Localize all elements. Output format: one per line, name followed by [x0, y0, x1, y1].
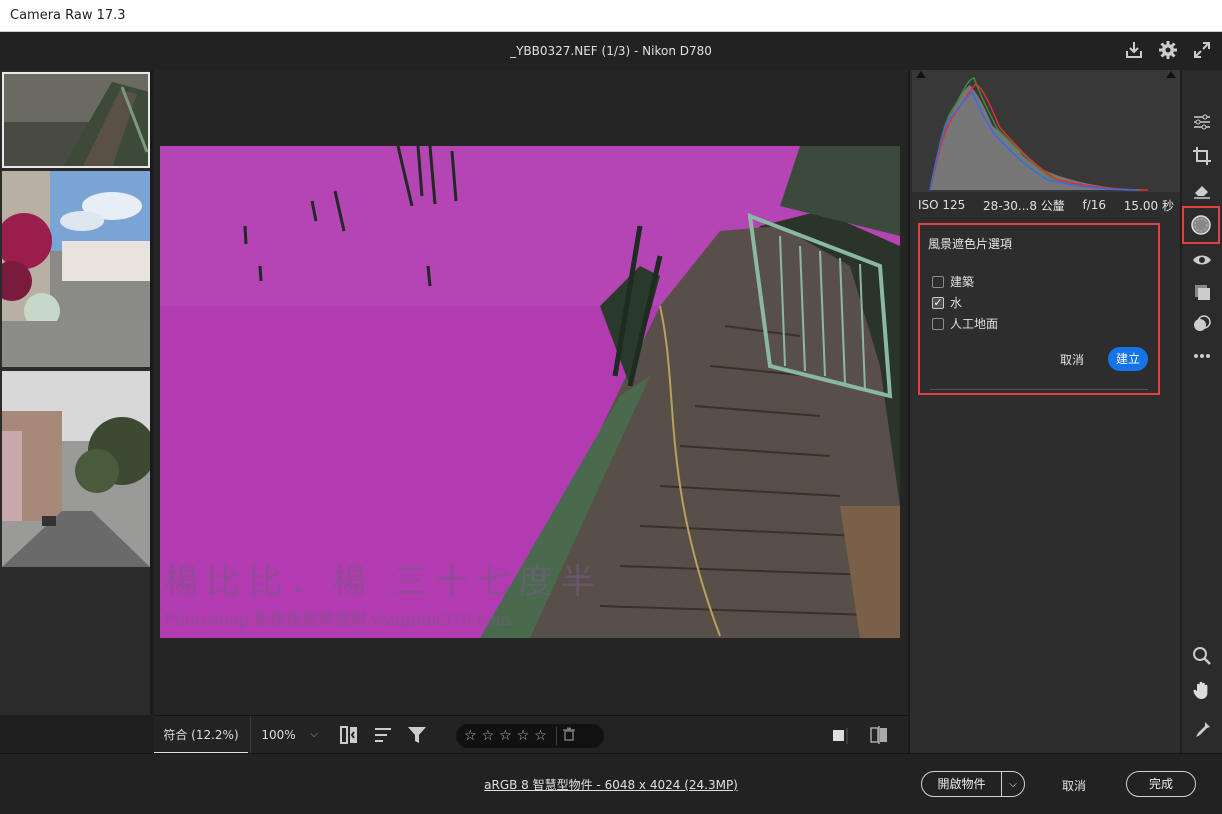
focal-length-value: 28-30...8 公釐	[983, 198, 1065, 213]
open-dropdown-icon[interactable]: ⌵	[1002, 779, 1024, 790]
checkbox[interactable]: ✓	[932, 296, 944, 309]
zoom-100-tab[interactable]: 100%	[250, 716, 306, 754]
workflow-options-link[interactable]: aRGB 8 智慧型物件 - 6048 x 4024 (24.3MP)	[0, 776, 1222, 793]
canvas-bottom-bar: 符合 (12.2%) 100% ⌵ ☆ ☆ ☆ ☆ ☆	[154, 715, 908, 754]
top-bar: _YBB0327.NEF (1/3) - Nikon D780	[0, 32, 1222, 70]
gear-icon[interactable]	[1156, 38, 1180, 62]
file-title: _YBB0327.NEF (1/3) - Nikon D780	[510, 44, 712, 58]
option-artificial-ground[interactable]: 人工地面	[932, 315, 998, 332]
thumbnail-pier[interactable]	[2, 72, 150, 168]
zoom-dropdown[interactable]: ⌵	[306, 716, 322, 754]
sort-icon[interactable]	[372, 724, 394, 746]
crop-icon[interactable]	[1190, 144, 1214, 168]
shutter-value: 15.00 秒	[1123, 198, 1174, 213]
star-rating[interactable]: ☆ ☆ ☆ ☆ ☆	[456, 724, 604, 748]
iso-value: ISO 125	[918, 198, 966, 212]
thumbnail-street-flowers[interactable]	[2, 171, 150, 367]
histogram[interactable]	[912, 70, 1180, 192]
eraser-icon[interactable]	[1190, 178, 1214, 202]
image-canvas[interactable]: 楊比比．楊 三十七度半 Photoshop 影像後製學習網 yangbibi37…	[154, 70, 908, 715]
masking-icon[interactable]	[1182, 206, 1220, 244]
option-water[interactable]: ✓ 水	[932, 294, 962, 311]
watermark-subtitle: Photoshop 影像後製學習網 yangbibi375.com	[164, 610, 511, 629]
red-eye-icon[interactable]	[1190, 248, 1214, 272]
zoom-fit-tab[interactable]: 符合 (12.2%)	[154, 716, 248, 754]
snapshots-icon[interactable]	[1190, 312, 1214, 336]
hand-icon[interactable]	[1190, 678, 1214, 702]
exif-info: ISO 125 28-30...8 公釐 f/16 15.00 秒	[912, 192, 1180, 218]
star-icon[interactable]: ☆	[517, 728, 530, 744]
filmstrip	[0, 70, 152, 715]
fullscreen-icon[interactable]	[1190, 38, 1214, 62]
filmstrip-toggle-icon[interactable]	[338, 724, 360, 746]
dialog-create-button[interactable]: 建立	[1108, 347, 1148, 371]
thumbnail-street-rain[interactable]	[2, 371, 150, 567]
before-after-icon[interactable]	[868, 724, 890, 746]
window-title: Camera Raw 17.3	[0, 0, 1222, 32]
star-icon[interactable]: ☆	[534, 728, 547, 744]
save-image-icon[interactable]	[1122, 38, 1146, 62]
more-options-icon[interactable]	[1190, 344, 1214, 368]
open-object-button[interactable]: 開啟物件 ⌵	[921, 771, 1025, 797]
watermark-title: 楊比比．楊 三十七度半	[164, 562, 603, 602]
filter-icon[interactable]	[406, 724, 428, 746]
aperture-value: f/16	[1082, 198, 1107, 212]
footer-bar: aRGB 8 智慧型物件 - 6048 x 4024 (24.3MP) 開啟物件…	[0, 753, 1222, 814]
landscape-mask-options-dialog: 風景遮色片選項 建築 ✓ 水 人工地面 取消 建立	[918, 223, 1160, 395]
presets-icon[interactable]	[1190, 280, 1214, 304]
option-label: 人工地面	[950, 317, 999, 331]
star-icon[interactable]: ☆	[482, 728, 495, 744]
option-label: 建築	[950, 275, 975, 289]
color-sampler-icon[interactable]	[1190, 718, 1214, 742]
star-icon[interactable]: ☆	[464, 728, 477, 744]
option-architecture[interactable]: 建築	[932, 273, 974, 290]
open-object-label[interactable]: 開啟物件	[922, 772, 1002, 796]
edit-sliders-icon[interactable]	[1190, 110, 1214, 134]
checkbox[interactable]	[932, 317, 944, 330]
zoom-icon[interactable]	[1190, 644, 1214, 668]
option-label: 水	[950, 296, 963, 310]
tool-strip	[1182, 70, 1222, 775]
photo-preview-with-water-mask[interactable]: 楊比比．楊 三十七度半 Photoshop 影像後製學習網 yangbibi37…	[160, 146, 900, 638]
camera-raw-app: _YBB0327.NEF (1/3) - Nikon D780 楊比比．楊 三十…	[0, 32, 1222, 814]
star-icon[interactable]: ☆	[499, 728, 512, 744]
dialog-title: 風景遮色片選項	[928, 237, 1013, 251]
checkbox[interactable]	[932, 275, 944, 288]
view-mode-icon[interactable]	[828, 724, 850, 746]
dialog-cancel-button[interactable]: 取消	[1060, 351, 1084, 368]
right-panel: ISO 125 28-30...8 公釐 f/16 15.00 秒 風景遮色片選…	[908, 70, 1180, 753]
divider	[930, 389, 1148, 390]
cancel-button[interactable]: 取消	[1062, 777, 1086, 794]
trash-icon[interactable]	[555, 727, 575, 745]
done-button[interactable]: 完成	[1126, 771, 1196, 797]
